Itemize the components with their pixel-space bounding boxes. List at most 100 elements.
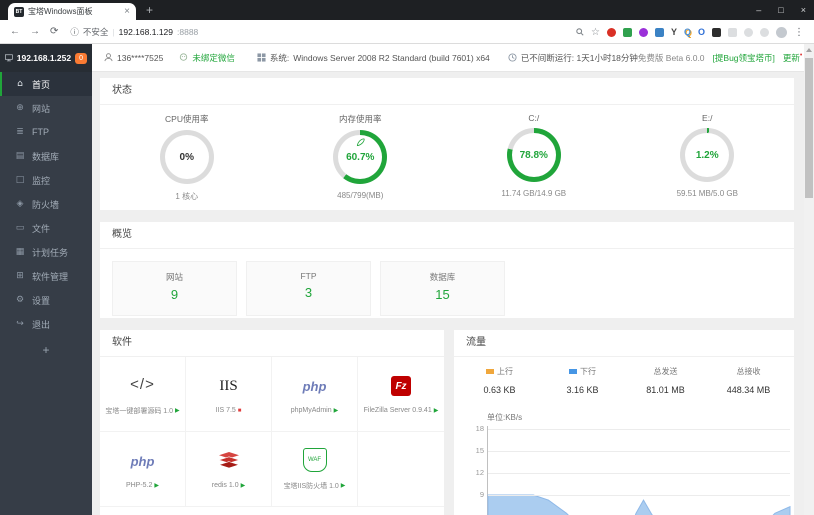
browser-tab[interactable]: BT 宝塔Windows面板 ×	[8, 3, 136, 20]
profile-avatar[interactable]	[776, 26, 787, 38]
chart-gridline	[488, 451, 790, 452]
scrollbar-thumb[interactable]	[805, 58, 813, 198]
url-port: :8888	[177, 26, 199, 37]
overview-card: 概览 网站 9 FTP 3 数据库 15	[100, 222, 794, 318]
extension-dark-icon[interactable]	[712, 27, 721, 37]
software-item-waf[interactable]: WAF 宝塔IIS防火墙 1.0 ▶	[272, 432, 358, 507]
sidebar-item-logout[interactable]: ↪ 退出	[0, 312, 92, 336]
sidebar-item-settings[interactable]: ⚙ 设置	[0, 288, 92, 312]
sidebar-item-ftp[interactable]: ≣ FTP	[0, 120, 92, 144]
software-item-filezilla[interactable]: Fz FileZilla Server 0.9.41 ▶	[358, 357, 444, 432]
gear-icon: ⚙	[15, 295, 25, 305]
memory-sub: 485/799(MB)	[337, 191, 384, 200]
update-link[interactable]: 更新•	[783, 52, 802, 64]
extension-green-icon[interactable]	[622, 27, 632, 37]
panel-logo[interactable]: 192.168.1.252 0	[0, 44, 92, 72]
globe-icon: ⊕	[16, 103, 24, 113]
wechat-icon	[180, 53, 188, 61]
monitor-screen-icon: □	[15, 175, 25, 185]
window-controls: – □ ×	[756, 0, 806, 20]
security-info-icon[interactable]: ⓘ	[70, 26, 79, 38]
bug-reward-link[interactable]: [提Bug领宝塔币]	[713, 52, 775, 64]
software-item-phpmyadmin[interactable]: php phpMyAdmin ▶	[272, 357, 358, 432]
tab-close-icon[interactable]: ×	[124, 6, 130, 17]
gauge-label: 内存使用率	[338, 114, 382, 124]
traffic-area-series	[487, 494, 791, 515]
forward-icon[interactable]: →	[30, 26, 40, 37]
scrollbar-up-arrow[interactable]	[806, 48, 812, 52]
wechat-bind-link[interactable]: 未绑定微信	[179, 52, 235, 64]
software-item-iis[interactable]: IIS IIS 7.5 ■	[186, 357, 272, 432]
software-item-php52[interactable]: php PHP-5.2 ▶	[100, 432, 186, 507]
disk-e-gauge: E:/ 1.2% 59.51 MB/5.0 GB	[621, 113, 795, 202]
sidebar-item-database[interactable]: ▤ 数据库	[0, 144, 92, 168]
running-icon: ▶	[175, 408, 180, 414]
sidebar-item-home[interactable]: ⌂ 首页	[0, 72, 92, 96]
running-icon: ▶	[340, 483, 346, 489]
bookmark-star-icon[interactable]: ☆	[591, 27, 600, 38]
folder-icon: ▭	[15, 223, 25, 233]
overview-row: 网站 9 FTP 3 数据库 15	[100, 249, 794, 328]
screen: BT 宝塔Windows面板 × + – □ × ← → ⟳ ⓘ 不安全 | 1…	[0, 0, 814, 515]
software-item-deploy[interactable]: </> 宝塔一键部署源码 1.0 ▶	[100, 357, 186, 432]
overview-ftp-box[interactable]: FTP 3	[246, 261, 371, 316]
sidebar-label: 首页	[32, 79, 51, 90]
home-icon: ⌂	[17, 79, 23, 89]
sidebar-item-monitor[interactable]: □ 监控	[0, 168, 92, 192]
user-info[interactable]: 136****7525	[104, 53, 163, 63]
extension-disabled-icon-1[interactable]	[728, 27, 737, 37]
memory-value: 60.7%	[346, 151, 375, 163]
sidebar-item-cron[interactable]: ▦ 计划任务	[0, 240, 92, 264]
extension-adblock-icon[interactable]	[606, 27, 616, 37]
system-info: 系统: Windows Server 2008 R2 Standard (bui…	[257, 52, 490, 64]
window-maximize-button[interactable]: □	[778, 5, 783, 15]
total-sent-value: 81.01 MB	[646, 385, 685, 395]
sidebar-label: 网站	[32, 103, 51, 114]
overview-label: FTP	[300, 271, 317, 281]
reload-icon[interactable]: ⟳	[50, 26, 58, 37]
message-count-badge[interactable]: 0	[75, 52, 87, 64]
sidebar-add-button[interactable]: +	[0, 343, 92, 357]
sidebar-label: 软件管理	[32, 271, 69, 282]
disk-c-ring: 78.8%	[506, 128, 561, 182]
extension-disabled-icon-2[interactable]	[744, 27, 753, 37]
sidebar-item-firewall[interactable]: ◈ 防火墙	[0, 192, 92, 216]
software-item-redis[interactable]: redis 1.0 ▶	[186, 432, 272, 507]
tab-title: 宝塔Windows面板	[28, 7, 93, 16]
extension-filter-icon[interactable]: Y	[671, 27, 677, 37]
extension-disabled-icon-3[interactable]	[760, 27, 769, 37]
security-label: 不安全	[82, 26, 109, 37]
chart-tick-label: 12	[475, 468, 484, 477]
cpu-sub: 1 核心	[175, 192, 199, 201]
extension-purple-icon[interactable]	[638, 27, 648, 37]
window-minimize-button[interactable]: –	[756, 5, 761, 15]
sidebar-item-software[interactable]: ⊞ 软件管理	[0, 264, 92, 288]
page-scrollbar[interactable]	[804, 44, 814, 515]
version-text: 免费版 Beta 6.0.0	[637, 52, 705, 63]
browser-menu-icon[interactable]: ⋮	[794, 27, 804, 38]
overview-database-box[interactable]: 数据库 15	[380, 261, 505, 316]
zoom-search-icon[interactable]	[576, 28, 584, 36]
back-icon[interactable]: ←	[10, 26, 20, 37]
total-received-value: 448.34 MB	[726, 385, 771, 395]
sidebar-item-sites[interactable]: ⊕ 网站	[0, 96, 92, 120]
new-tab-button[interactable]: +	[146, 3, 153, 17]
extension-o-icon[interactable]: O	[698, 27, 705, 37]
extension-blue-icon[interactable]	[654, 27, 664, 37]
address-bar[interactable]: ⓘ 不安全 | 192.168.1.129 :8888	[70, 26, 198, 38]
traffic-total-sent: 总发送 81.01 MB	[624, 366, 707, 395]
traffic-up: 上行 0.63 KB	[458, 366, 541, 395]
sidebar-item-files[interactable]: ▭ 文件	[0, 216, 92, 240]
overview-label: 数据库	[429, 272, 456, 282]
sidebar-label: 监控	[32, 175, 51, 186]
overview-sites-box[interactable]: 网站 9	[112, 261, 237, 316]
waf-shield-icon: WAF	[302, 447, 327, 472]
extension-q-icon[interactable]: Q	[684, 27, 691, 37]
window-close-button[interactable]: ×	[801, 5, 806, 15]
running-icon: ▶	[433, 408, 439, 414]
system-value: Windows Server 2008 R2 Standard (build 7…	[293, 52, 490, 63]
server-icon: ≣	[16, 127, 24, 137]
software-card-title: 软件	[100, 330, 444, 357]
header-right: 免费版 Beta 6.0.0 [提Bug领宝塔币] 更新• 修复 重启	[638, 52, 814, 64]
shield-icon: ◈	[16, 199, 24, 209]
